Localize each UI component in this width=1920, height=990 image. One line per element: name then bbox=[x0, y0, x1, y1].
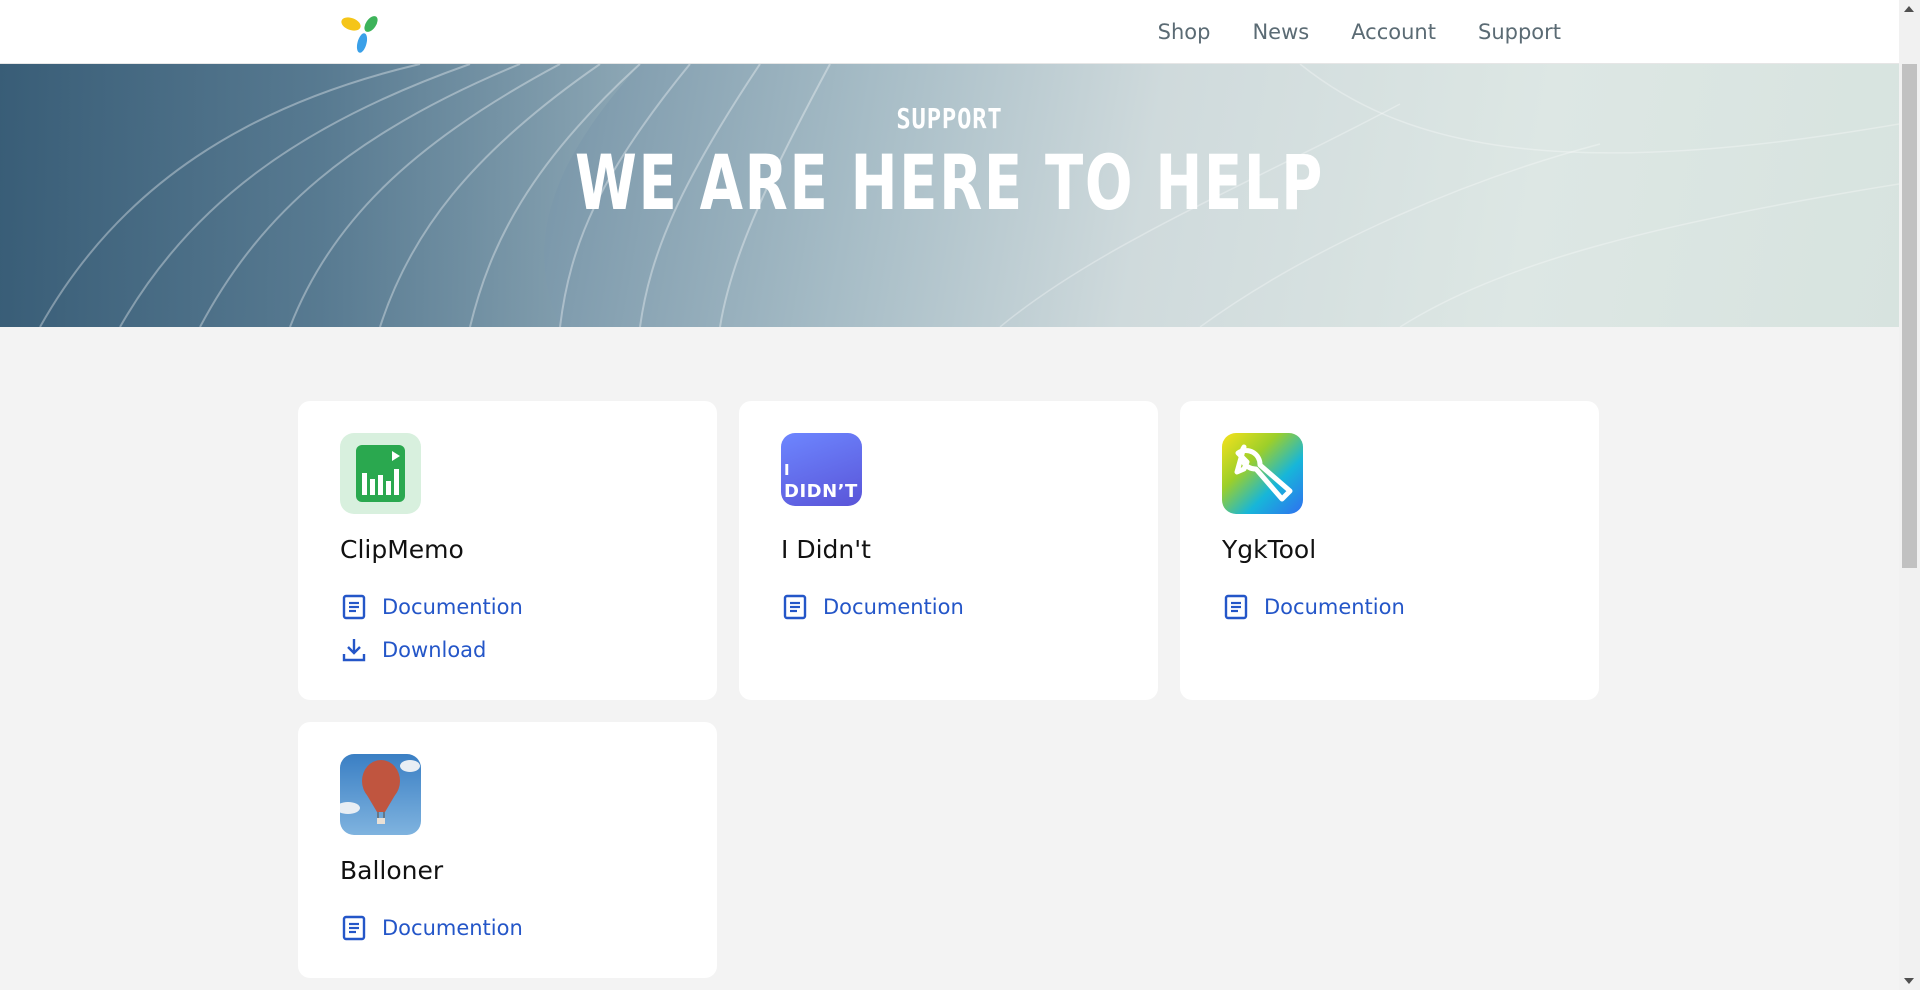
nav-account[interactable]: Account bbox=[1351, 20, 1436, 44]
download-icon bbox=[342, 639, 366, 662]
nav-support[interactable]: Support bbox=[1478, 20, 1561, 44]
product-card-ygktool: YgkTool Documention bbox=[1180, 401, 1599, 700]
scroll-up-arrow-icon[interactable] bbox=[1904, 6, 1914, 12]
product-card-i-didnt: I DIDN’T I Didn't Documention bbox=[739, 401, 1158, 700]
nav-shop[interactable]: Shop bbox=[1158, 20, 1211, 44]
hero-title: WE ARE HERE TO HELP bbox=[575, 138, 1324, 227]
scroll-down-arrow-icon[interactable] bbox=[1904, 978, 1914, 984]
product-name: I Didn't bbox=[781, 535, 871, 564]
clipmemo-app-icon[interactable] bbox=[340, 433, 421, 514]
i-didnt-app-icon[interactable]: I DIDN’T bbox=[781, 433, 862, 506]
page-scrollbar[interactable] bbox=[1899, 0, 1920, 990]
hero-subtitle: SUPPORT bbox=[896, 102, 1003, 135]
document-icon bbox=[783, 594, 807, 620]
scrollbar-thumb[interactable] bbox=[1902, 64, 1917, 568]
documentation-link-label: Documention bbox=[382, 595, 523, 619]
documentation-link-label: Documention bbox=[382, 916, 523, 940]
documentation-link-label: Documention bbox=[823, 595, 964, 619]
site-header: Shop News Account Support bbox=[0, 0, 1899, 64]
documentation-link[interactable]: Documention bbox=[781, 593, 964, 621]
main-nav: Shop News Account Support bbox=[1158, 0, 1561, 64]
balloon-app-icon[interactable] bbox=[340, 754, 421, 835]
hero-banner: SUPPORT WE ARE HERE TO HELP bbox=[0, 64, 1899, 327]
product-card-balloner: Balloner Documention bbox=[298, 722, 717, 978]
documentation-link[interactable]: Documention bbox=[1222, 593, 1405, 621]
tri-leaf-logo-icon[interactable] bbox=[340, 12, 382, 54]
product-name: YgkTool bbox=[1222, 535, 1317, 564]
product-name: Balloner bbox=[340, 856, 444, 885]
icon-text-i: I bbox=[784, 461, 790, 479]
product-name: ClipMemo bbox=[340, 535, 464, 564]
document-icon bbox=[342, 915, 366, 941]
document-icon bbox=[1224, 594, 1248, 620]
documentation-link[interactable]: Documention bbox=[340, 593, 523, 621]
document-icon bbox=[342, 594, 366, 620]
documentation-link-label: Documention bbox=[1264, 595, 1405, 619]
download-link[interactable]: Download bbox=[340, 636, 486, 664]
product-card-clipmemo: ClipMemo Documention Download bbox=[298, 401, 717, 700]
download-link-label: Download bbox=[382, 638, 487, 662]
nav-news[interactable]: News bbox=[1252, 20, 1309, 44]
icon-text-didnt: DIDN’T bbox=[784, 481, 858, 502]
documentation-link[interactable]: Documention bbox=[340, 914, 523, 942]
wrench-app-icon[interactable] bbox=[1222, 433, 1303, 514]
